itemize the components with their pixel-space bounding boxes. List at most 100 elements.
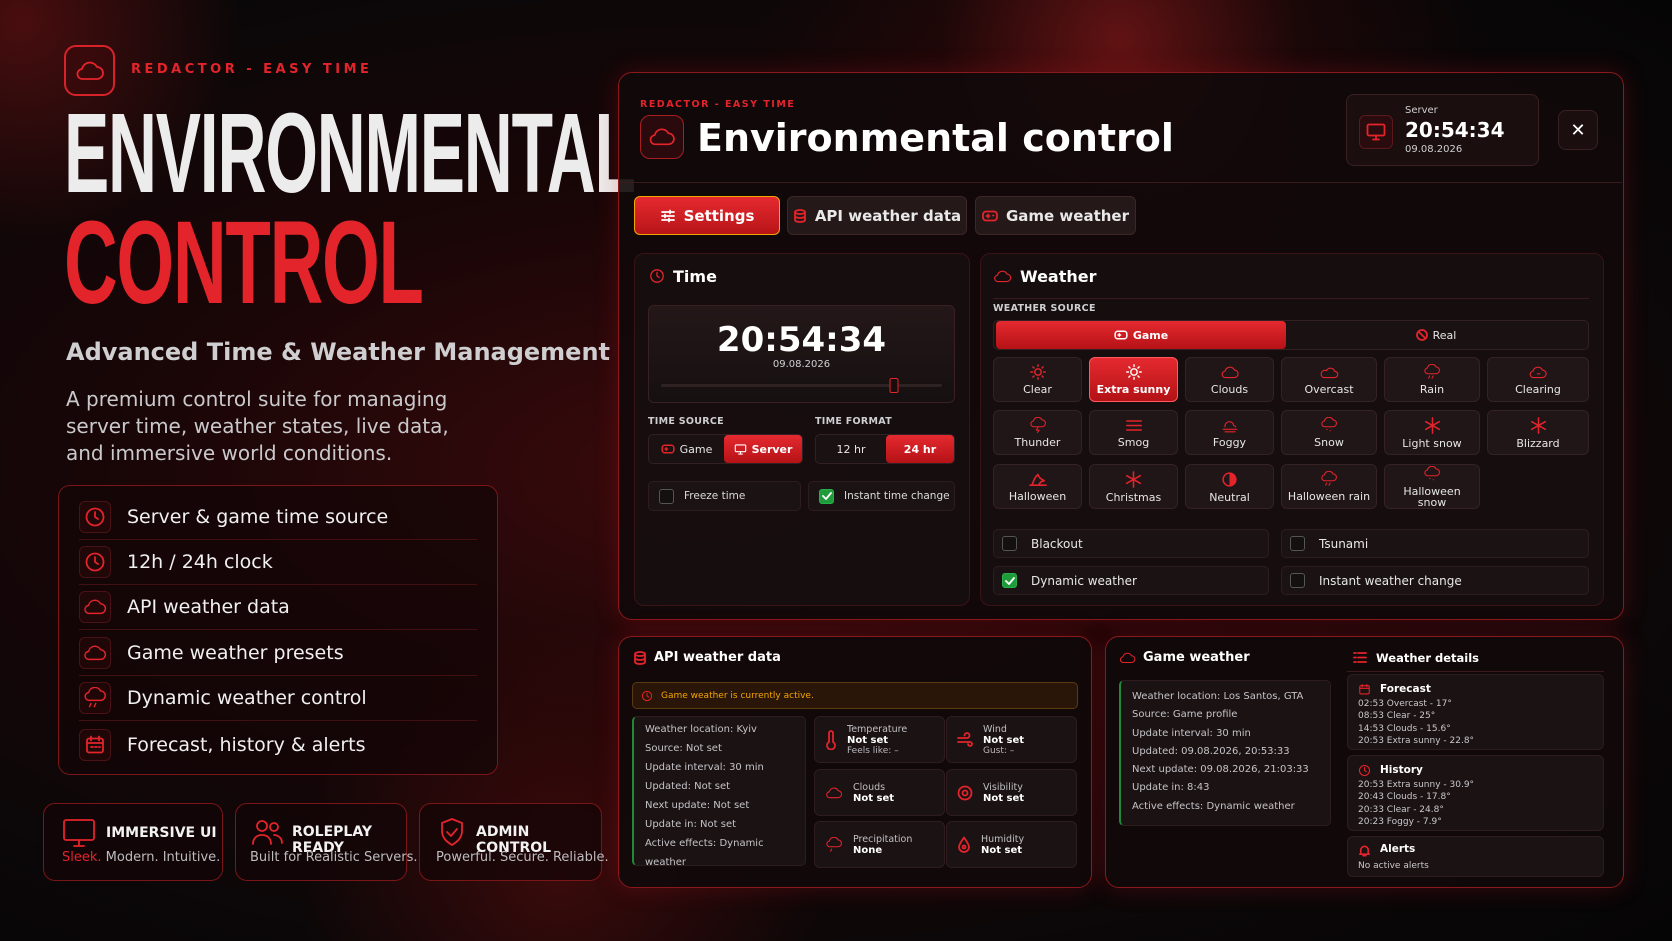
time-format-24hr-button[interactable]: 24 hr bbox=[886, 435, 954, 463]
api-info-list: Weather location: Kyiv Source: Not set U… bbox=[645, 720, 805, 872]
users-icon bbox=[252, 820, 283, 845]
tsunami-checkbox[interactable]: Tsunami bbox=[1281, 529, 1589, 558]
time-format-label: TIME FORMAT bbox=[815, 416, 892, 427]
alerts-text: No active alerts bbox=[1358, 861, 1429, 871]
tile-subtitle: Modern. Intuitive. bbox=[105, 850, 221, 865]
eye-icon bbox=[957, 785, 973, 800]
metric-label: Clouds bbox=[853, 781, 886, 793]
feature-label: 12h / 24h clock bbox=[127, 551, 273, 573]
instant-weather-change-checkbox[interactable]: Instant weather change bbox=[1281, 566, 1589, 595]
tab-api-weather-data[interactable]: API weather data bbox=[787, 196, 967, 235]
preset-label: Thunder bbox=[1014, 436, 1061, 449]
check-icon bbox=[821, 492, 832, 500]
feature-label: API weather data bbox=[127, 596, 290, 618]
forecast-row: 08:53 Clear - 25° bbox=[1358, 711, 1436, 722]
weather-preset-halloween-snow[interactable]: Halloween snow bbox=[1384, 464, 1480, 509]
time-slider-track[interactable] bbox=[661, 378, 942, 393]
humidity-icon bbox=[958, 836, 970, 853]
info-line: Update interval: 30 min bbox=[645, 762, 764, 773]
tab-game-weather[interactable]: Game weather bbox=[975, 196, 1136, 235]
neutral-icon bbox=[1222, 471, 1237, 487]
history-icon bbox=[1358, 764, 1371, 777]
metric-label: Visibility bbox=[983, 781, 1023, 793]
feature-label: Forecast, history & alerts bbox=[127, 733, 366, 756]
server-label: Server bbox=[1405, 105, 1438, 116]
tile-title: IMMERSIVE UI bbox=[106, 825, 217, 841]
sun-icon bbox=[1029, 364, 1046, 380]
tab-settings[interactable]: Settings bbox=[634, 196, 780, 235]
weather-preset-light-snow[interactable]: Light snow bbox=[1384, 410, 1480, 455]
weather-preset-foggy[interactable]: Foggy bbox=[1185, 410, 1274, 455]
api-banner-text: Game weather is currently active. bbox=[661, 690, 814, 701]
info-line: Source: Not set bbox=[645, 743, 722, 754]
time-slider-handle[interactable] bbox=[889, 378, 899, 393]
weather-preset-clear[interactable]: Clear bbox=[993, 357, 1082, 402]
forecast-row: 20:53 Extra sunny - 22.8° bbox=[1358, 736, 1475, 747]
weather-preset-smog[interactable]: Smog bbox=[1089, 410, 1178, 455]
api-metric-visibility: Visibility Not set bbox=[946, 769, 1077, 816]
forecast-row: 02:53 Overcast - 17° bbox=[1358, 699, 1452, 709]
blackout-checkbox[interactable]: Blackout bbox=[993, 529, 1269, 558]
instant-time-change-checkbox[interactable]: Instant time change bbox=[808, 481, 955, 511]
history-heading: History bbox=[1380, 764, 1423, 776]
time-display-date: 09.08.2026 bbox=[772, 359, 831, 370]
dynamic-weather-checkbox[interactable]: Dynamic weather bbox=[993, 566, 1269, 595]
weather-preset-halloween[interactable]: Halloween bbox=[993, 464, 1082, 509]
weather-preset-blizzard[interactable]: Blizzard bbox=[1487, 410, 1589, 455]
time-source-server-button[interactable]: Server bbox=[724, 435, 802, 463]
close-button[interactable]: ✕ bbox=[1558, 110, 1598, 150]
weather-preset-rain[interactable]: Rain bbox=[1384, 357, 1480, 402]
api-metric-wind: Wind Not set Gust: – bbox=[946, 716, 1077, 763]
tile-subtitle: Powerful. Secure. Reliable. bbox=[436, 850, 609, 865]
freeze-time-checkbox[interactable]: Freeze time bbox=[648, 481, 801, 511]
cloud-icon bbox=[1221, 366, 1239, 378]
sliders-icon bbox=[660, 209, 675, 222]
weather-preset-thunder[interactable]: Thunder bbox=[993, 410, 1082, 455]
preset-label: Rain bbox=[1419, 383, 1445, 396]
gamepad-icon bbox=[1114, 330, 1128, 340]
metric-value: Not set bbox=[983, 792, 1025, 804]
snowflake-icon bbox=[1424, 416, 1440, 434]
info-line: Next update: Not set bbox=[645, 800, 750, 811]
forecast-heading: Forecast bbox=[1380, 683, 1431, 695]
feature-item: Dynamic weather control bbox=[79, 676, 477, 721]
weather-preset-snow[interactable]: Snow bbox=[1281, 410, 1377, 455]
api-info-card: Weather location: Kyiv Source: Not set U… bbox=[632, 716, 806, 868]
weather-preset-clouds[interactable]: Clouds bbox=[1185, 357, 1274, 402]
clock-icon bbox=[641, 690, 653, 701]
cloud-icon bbox=[84, 645, 107, 661]
time-heading: Time bbox=[673, 267, 717, 286]
weather-preset-overcast[interactable]: Overcast bbox=[1281, 357, 1377, 402]
panel-logo bbox=[640, 115, 684, 159]
preset-label: Light snow bbox=[1402, 436, 1462, 450]
checkbox-label: Blackout bbox=[1031, 536, 1083, 551]
weather-source-real-button[interactable]: Real bbox=[1286, 321, 1586, 349]
info-line: Weather location: Los Santos, GTA bbox=[1132, 691, 1304, 702]
weather-preset-clearing[interactable]: Clearing bbox=[1487, 357, 1589, 402]
weather-source-game-button[interactable]: Game bbox=[996, 321, 1286, 349]
time-format-12hr-button[interactable]: 12 hr bbox=[816, 435, 886, 463]
clock-icon bbox=[85, 507, 105, 527]
checkbox bbox=[1002, 536, 1017, 551]
api-metric-clouds: Clouds Not set bbox=[814, 769, 945, 816]
weather-preset-extra-sunny[interactable]: Extra sunny bbox=[1089, 357, 1178, 402]
metric-label: Precipitation bbox=[853, 833, 913, 845]
history-list: 20:53 Extra sunny - 30.9° 20:43 Clouds -… bbox=[1358, 779, 1474, 829]
forecast-section: Forecast 02:53 Overcast - 17° 08:53 Clea… bbox=[1347, 674, 1604, 750]
snowflake-icon bbox=[1530, 416, 1546, 434]
preset-label: Extra sunny bbox=[1096, 383, 1171, 396]
weather-preset-christmas[interactable]: Christmas bbox=[1089, 464, 1178, 509]
tab-label: Settings bbox=[683, 206, 755, 225]
weather-preset-halloween-rain[interactable]: Halloween rain bbox=[1281, 464, 1377, 509]
weather-preset-neutral[interactable]: Neutral bbox=[1185, 464, 1274, 509]
server-clock-card: Server 20:54:34 09.08.2026 bbox=[1346, 94, 1539, 166]
alerts-heading: Alerts bbox=[1380, 843, 1416, 855]
checkbox-label: Dynamic weather bbox=[1031, 573, 1137, 588]
feature-item: API weather data bbox=[79, 585, 477, 630]
feature-item: 12h / 24h clock bbox=[79, 540, 477, 585]
weather-source-toggle: Game Real bbox=[993, 320, 1589, 350]
time-source-toggle: Game Server bbox=[648, 434, 803, 464]
rain-icon bbox=[1424, 364, 1440, 379]
time-display-clock: 20:54:34 bbox=[716, 320, 887, 360]
time-source-game-button[interactable]: Game bbox=[649, 435, 724, 463]
